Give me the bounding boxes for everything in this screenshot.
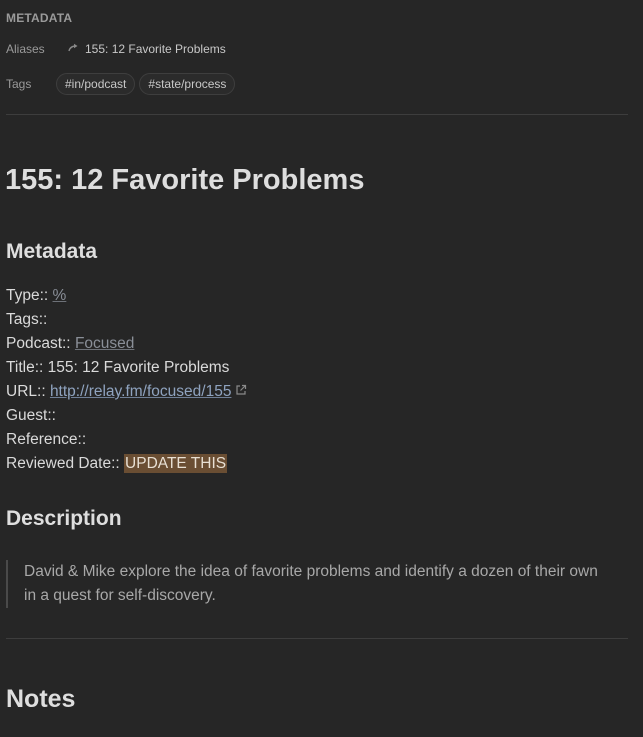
tag-pill-in-podcast[interactable]: #in/podcast	[56, 73, 136, 95]
field-reference-key: Reference::	[6, 431, 87, 448]
field-url-link[interactable]: http://relay.fm/focused/155	[50, 383, 232, 400]
alias-text: 155: 12 Favorite Problems	[85, 42, 226, 56]
field-url-key: URL::	[6, 383, 46, 401]
description-line-2: in a quest for self-discovery.	[24, 587, 216, 604]
note-title: 155: 12 Favorite Problems	[5, 164, 365, 196]
note-view: METADATA Aliases 155: 12 Favorite Proble…	[0, 0, 643, 737]
external-link-icon	[235, 383, 247, 401]
field-guest-key: Guest::	[6, 407, 56, 424]
field-type-link[interactable]: %	[53, 287, 67, 304]
field-podcast: Podcast:: Focused	[6, 335, 134, 353]
field-reviewed-date: Reviewed Date:: UPDATE THIS	[6, 454, 228, 473]
field-reference: Reference::	[6, 431, 86, 449]
description-heading: Description	[6, 507, 122, 530]
properties-divider	[6, 114, 628, 115]
properties-heading[interactable]: METADATA	[6, 11, 72, 25]
property-aliases: Aliases 155: 12 Favorite Problems	[6, 37, 226, 61]
property-tags: Tags #in/podcast #state/process	[6, 72, 239, 96]
tag-list: #in/podcast #state/process	[56, 73, 239, 95]
section-divider	[6, 638, 628, 639]
alias-item[interactable]: 155: 12 Favorite Problems	[68, 42, 226, 56]
field-guest: Guest::	[6, 407, 56, 425]
field-url: URL:: http://relay.fm/focused/155	[6, 383, 247, 401]
notes-heading: Notes	[6, 685, 76, 713]
property-key-aliases[interactable]: Aliases	[6, 42, 68, 56]
field-tags: Tags::	[6, 311, 47, 329]
field-podcast-link[interactable]: Focused	[75, 335, 134, 352]
field-title-value: 155: 12 Favorite Problems	[47, 359, 230, 376]
field-title: Title:: 155: 12 Favorite Problems	[6, 359, 229, 377]
field-reviewed-key: Reviewed Date::	[6, 455, 120, 472]
field-type-key: Type::	[6, 287, 49, 304]
field-type: Type:: %	[6, 287, 66, 305]
field-podcast-key: Podcast::	[6, 335, 71, 352]
metadata-heading: Metadata	[6, 240, 98, 263]
field-tags-key: Tags::	[6, 311, 48, 328]
description-line-1: David & Mike explore the idea of favorit…	[24, 563, 598, 580]
tag-pill-state-process[interactable]: #state/process	[139, 73, 236, 95]
description-blockquote: David & Mike explore the idea of favorit…	[6, 560, 631, 608]
field-reviewed-highlight: UPDATE THIS	[124, 454, 228, 473]
field-title-key: Title::	[6, 359, 44, 376]
alias-arrow-icon	[68, 43, 79, 55]
